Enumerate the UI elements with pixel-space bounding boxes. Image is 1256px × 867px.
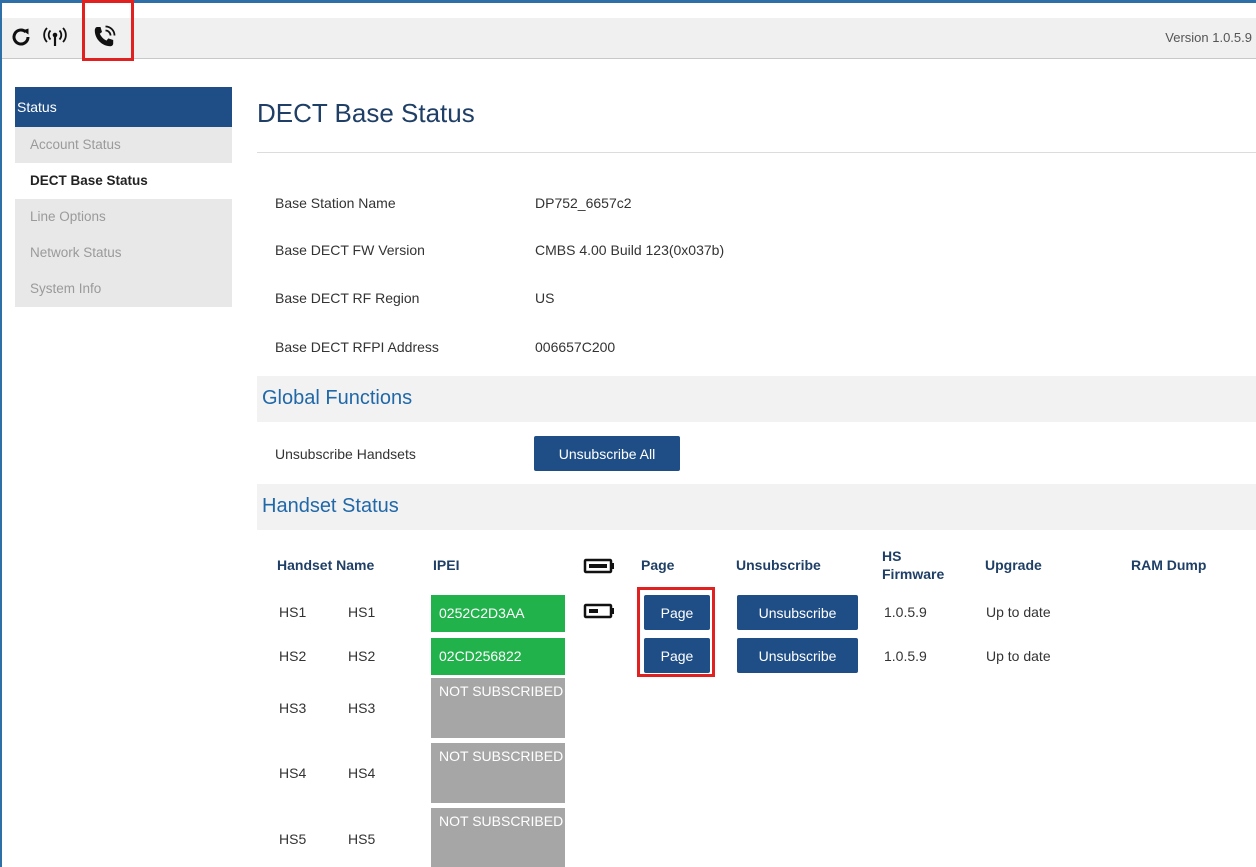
battery-full-icon xyxy=(583,558,615,579)
highlight-box xyxy=(637,587,715,677)
section-title-global-functions: Global Functions xyxy=(262,387,413,409)
sidebar-item-system-info[interactable]: System Info xyxy=(15,271,232,307)
column-header-ipei: IPEI xyxy=(433,557,460,573)
sidebar-item-dect-base-status[interactable]: DECT Base Status xyxy=(15,163,232,199)
info-label-rf-region: Base DECT RF Region xyxy=(275,290,420,306)
handset-name: HS2 xyxy=(348,648,376,664)
handset-id: HS4 xyxy=(279,765,307,781)
ipei-badge-not-subscribed: NOT SUBSCRIBED xyxy=(431,743,565,803)
handset-id: HS1 xyxy=(279,604,307,620)
info-label-rfpi-address: Base DECT RFPI Address xyxy=(275,339,439,355)
upgrade-status: Up to date xyxy=(986,648,1051,664)
unsubscribe-handsets-label: Unsubscribe Handsets xyxy=(275,446,416,462)
column-header-handset-name: Handset Name xyxy=(277,557,375,573)
window-top-border xyxy=(0,0,1256,3)
info-value-rf-region: US xyxy=(535,290,555,306)
column-header-hs-firmware: HS Firmware xyxy=(882,548,945,582)
info-value-rfpi-address: 006657C200 xyxy=(535,339,616,355)
version-label: Version 1.0.5.9 xyxy=(1165,30,1252,45)
section-global-functions: Global Functions xyxy=(257,376,1256,422)
top-toolbar: Version 1.0.5.9 xyxy=(2,0,1256,61)
battery-partial-icon xyxy=(583,603,615,624)
ipei-badge-subscribed: 0252C2D3AA xyxy=(431,595,565,632)
column-header-upgrade: Upgrade xyxy=(985,557,1042,573)
handset-name: HS1 xyxy=(348,604,376,620)
handset-name: HS4 xyxy=(348,765,376,781)
info-value-fw-version: CMBS 4.00 Build 123(0x037b) xyxy=(535,242,725,258)
column-header-ram-dump: RAM Dump xyxy=(1131,557,1207,573)
section-handset-status: Handset Status xyxy=(257,484,1256,530)
unsubscribe-all-button[interactable]: Unsubscribe All xyxy=(534,436,680,471)
page-title: DECT Base Status xyxy=(257,98,475,128)
ipei-badge-not-subscribed: NOT SUBSCRIBED xyxy=(431,808,565,867)
info-label-base-station-name: Base Station Name xyxy=(275,195,396,211)
refresh-icon[interactable] xyxy=(6,22,36,52)
unsubscribe-button-hs1[interactable]: Unsubscribe xyxy=(737,595,858,630)
firmware-version: 1.0.5.9 xyxy=(884,648,927,664)
info-value-base-station-name: DP752_6657c2 xyxy=(535,195,632,211)
ipei-badge-not-subscribed: NOT SUBSCRIBED xyxy=(431,678,565,738)
upgrade-status: Up to date xyxy=(986,604,1051,620)
window-left-border xyxy=(0,0,2,867)
column-header-page: Page xyxy=(641,557,675,573)
handset-id: HS2 xyxy=(279,648,307,664)
handset-id: HS3 xyxy=(279,700,307,716)
ipei-badge-subscribed: 02CD256822 xyxy=(431,638,565,675)
info-label-fw-version: Base DECT FW Version xyxy=(275,242,425,258)
firmware-version: 1.0.5.9 xyxy=(884,604,927,620)
handset-id: HS5 xyxy=(279,831,307,847)
handset-name: HS5 xyxy=(348,831,376,847)
handset-name: HS3 xyxy=(348,700,376,716)
sidebar-heading-status[interactable]: Status xyxy=(15,87,232,127)
sidebar: Status Account Status DECT Base Status L… xyxy=(15,87,232,307)
highlight-box xyxy=(82,0,134,61)
unsubscribe-button-hs2[interactable]: Unsubscribe xyxy=(737,638,858,673)
signal-icon[interactable] xyxy=(40,22,70,52)
column-header-unsubscribe: Unsubscribe xyxy=(736,557,821,573)
title-divider xyxy=(257,152,1256,153)
section-title-handset-status: Handset Status xyxy=(262,495,399,517)
sidebar-item-network-status[interactable]: Network Status xyxy=(15,235,232,271)
sidebar-item-line-options[interactable]: Line Options xyxy=(15,199,232,235)
sidebar-item-account-status[interactable]: Account Status xyxy=(15,127,232,163)
